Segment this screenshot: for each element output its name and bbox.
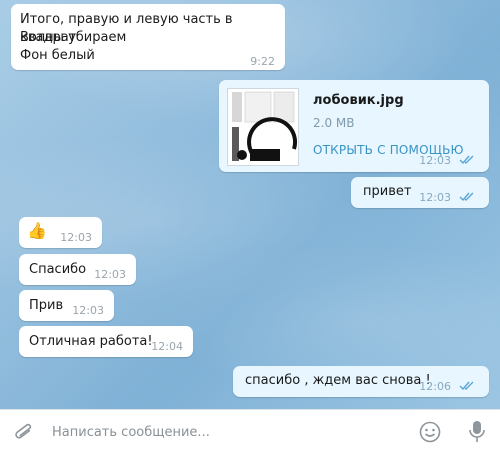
message-text: Прив: [29, 298, 64, 313]
message-time: 12:06: [419, 380, 451, 393]
paperclip-icon[interactable]: [13, 421, 35, 449]
message-line: Волны убираем: [20, 30, 127, 45]
outgoing-message[interactable]: спасибо , ждем вас снова ! 12:06: [233, 366, 489, 397]
file-name[interactable]: лобовик.jpg: [313, 92, 404, 110]
file-thumbnail[interactable]: [227, 88, 299, 166]
chat-area: Итого, правую и левую часть в квадрат Во…: [0, 0, 500, 409]
incoming-message[interactable]: Спасибо 12:03: [19, 254, 136, 285]
message-input[interactable]: Написать сообщение...: [44, 410, 404, 456]
double-check-icon: [459, 155, 475, 165]
message-time: 12:03: [72, 304, 104, 317]
message-time: 12:03: [94, 268, 126, 281]
message-time: 9:22: [250, 55, 275, 68]
message-time: 12:03: [60, 231, 92, 244]
message-text: привет: [363, 184, 412, 199]
emoji-icon[interactable]: [418, 420, 442, 448]
message-time: 12:03: [419, 154, 451, 167]
microphone-icon[interactable]: [467, 419, 487, 449]
double-check-icon: [459, 381, 475, 391]
message-time: 12:03: [419, 191, 451, 204]
incoming-message[interactable]: Прив 12:03: [19, 290, 114, 321]
message-line: Фон белый: [20, 48, 95, 63]
incoming-message[interactable]: Итого, правую и левую часть в квадрат Во…: [11, 4, 285, 70]
file-size: 2.0 MB: [313, 116, 355, 130]
message-text: спасибо , ждем вас снова !: [245, 373, 431, 388]
message-input-placeholder: Написать сообщение...: [52, 425, 210, 440]
outgoing-message[interactable]: привет 12:03: [351, 177, 489, 208]
message-text: Отличная работа!: [29, 334, 153, 349]
double-check-icon: [459, 192, 475, 202]
message-composer: Написать сообщение...: [0, 409, 500, 456]
thumbs-up-icon: 👍: [27, 221, 47, 240]
incoming-message[interactable]: 👍 12:03: [19, 217, 102, 248]
message-text: Спасибо: [29, 262, 87, 277]
incoming-message[interactable]: Отличная работа! 12:04: [19, 326, 193, 357]
message-time: 12:04: [151, 340, 183, 353]
outgoing-file-message[interactable]: лобовик.jpg 2.0 MB ОТКРЫТЬ С ПОМОЩЬЮ 12:…: [219, 80, 489, 172]
